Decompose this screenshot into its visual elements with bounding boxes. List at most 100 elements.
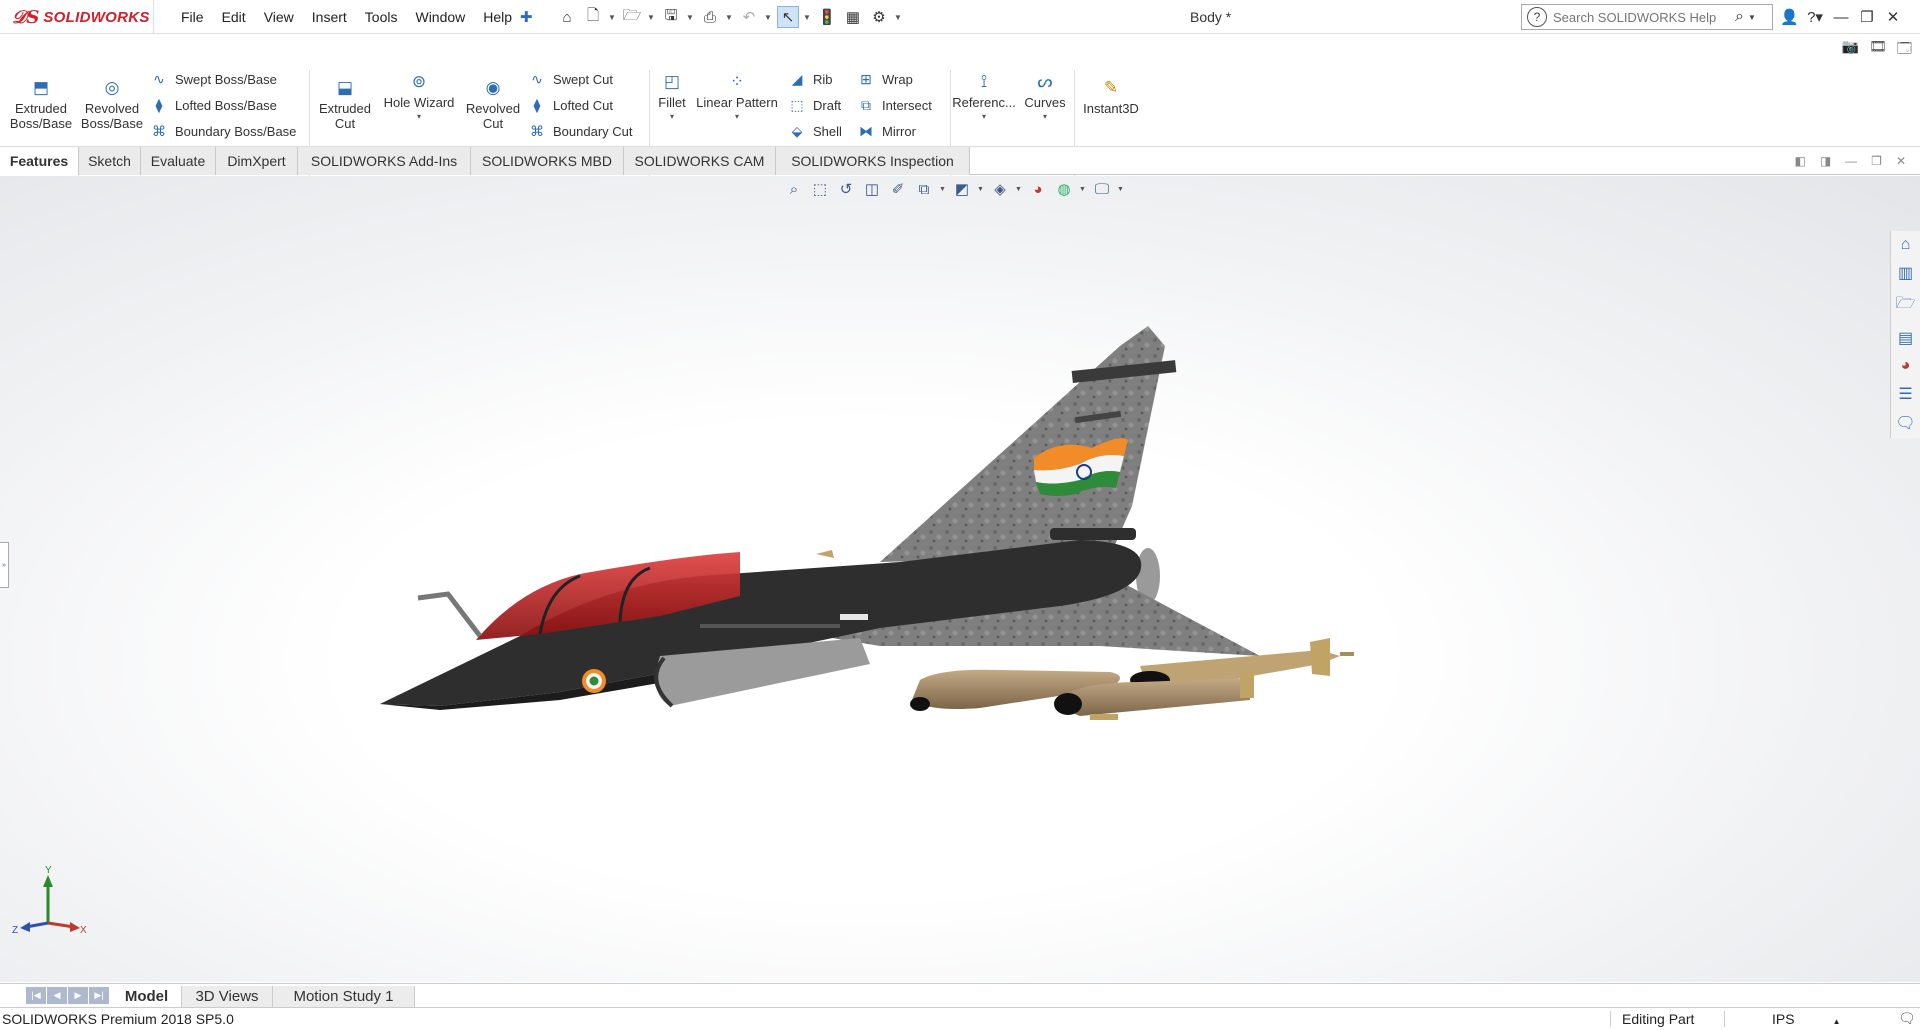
custom-properties-icon[interactable]: ☰ — [1898, 384, 1912, 404]
file-explorer-icon[interactable]: 🗁 — [1896, 292, 1916, 319]
curves-button[interactable]: ᔕ Curves ▾ — [1018, 72, 1072, 121]
prev-tab-icon[interactable]: ◀ — [47, 987, 67, 1004]
draft-button[interactable]: ⬚ Draft — [788, 97, 841, 114]
new-document-icon[interactable]: 🗋 — [582, 6, 604, 28]
mirror-button[interactable]: ⧓ Mirror — [857, 123, 916, 140]
chevron-down-icon[interactable]: ▼ — [686, 13, 695, 22]
tab-mbd[interactable]: SOLIDWORKS MBD — [471, 147, 624, 175]
tile-left-icon[interactable]: ◧ — [1794, 154, 1805, 168]
tab-sketch[interactable]: Sketch — [79, 147, 141, 175]
fillet-button[interactable]: ◰ Fillet ▾ — [652, 72, 692, 121]
chevron-down-icon[interactable]: ▼ — [608, 13, 617, 22]
feedback-icon[interactable]: 🗨 — [1898, 1010, 1916, 1027]
camera-icon[interactable]: 📷 — [1842, 38, 1859, 62]
options-gear-icon[interactable]: ⚙ — [868, 6, 890, 28]
pin-icon[interactable]: ✚ — [520, 8, 533, 26]
instant3d-button[interactable]: ✎ Instant3D — [1076, 78, 1146, 116]
appearances-icon[interactable]: ◕ — [1901, 357, 1911, 375]
tab-dimxpert[interactable]: DimXpert — [216, 147, 298, 175]
chevron-down-icon[interactable]: ▾ — [378, 112, 460, 121]
chevron-down-icon[interactable]: ▾ — [952, 112, 1016, 121]
restore-icon[interactable]: ❐ — [1871, 154, 1882, 168]
lofted-boss-button[interactable]: ⧫ Lofted Boss/Base — [150, 97, 277, 114]
chevron-down-icon[interactable]: ▼ — [1748, 13, 1756, 22]
window-icon[interactable]: 🗔 — [1897, 38, 1912, 62]
chevron-down-icon[interactable]: ▼ — [647, 13, 656, 22]
tab-model[interactable]: Model — [112, 986, 182, 1008]
tab-scroll-arrows: |◀ ◀ ▶ ▶| — [26, 987, 109, 1004]
tile-right-icon[interactable]: ◨ — [1820, 154, 1831, 168]
tab-cam[interactable]: SOLIDWORKS CAM — [624, 147, 776, 175]
wrap-button[interactable]: ⊞ Wrap — [857, 71, 913, 88]
search-input[interactable] — [1553, 9, 1733, 25]
boundary-boss-button[interactable]: ⌘ Boundary Boss/Base — [150, 123, 296, 140]
last-tab-icon[interactable]: ▶| — [89, 987, 109, 1004]
viewport-window-controls: ◧ ◨ — ❐ ✕ — [1794, 154, 1906, 168]
menu-insert[interactable]: Insert — [303, 0, 356, 34]
minimize-icon[interactable]: — — [1832, 9, 1850, 26]
first-tab-icon[interactable]: |◀ — [26, 987, 46, 1004]
chevron-down-icon[interactable]: ▾ — [692, 112, 782, 121]
chevron-down-icon[interactable]: ▼ — [803, 13, 812, 22]
chevron-down-icon[interactable]: ▼ — [894, 13, 903, 22]
unit-system[interactable]: IPS ▲ — [1724, 1011, 1854, 1027]
save-icon[interactable]: 🖫 — [660, 6, 682, 28]
linear-pattern-button[interactable]: ⁘ Linear Pattern ▾ — [692, 72, 782, 121]
rebuild-icon[interactable]: 🚦 — [816, 6, 838, 28]
revolved-boss-button[interactable]: ◎ Revolved Boss/Base — [78, 78, 146, 131]
intersect-button[interactable]: ⧉ Intersect — [857, 97, 932, 114]
hole-wizard-button[interactable]: ⊚ Hole Wizard ▾ — [378, 72, 460, 121]
jet-3d-model[interactable] — [0, 176, 1880, 982]
revolved-cut-label-2: Cut — [482, 116, 504, 131]
tab-motion-study[interactable]: Motion Study 1 — [273, 986, 415, 1008]
close-icon[interactable]: ✕ — [1884, 8, 1902, 26]
revolved-boss-label-1: Revolved — [84, 101, 140, 116]
user-icon[interactable]: 👤 — [1780, 8, 1799, 26]
close-icon[interactable]: ✕ — [1896, 154, 1906, 168]
forum-icon[interactable]: 🗨 — [1895, 413, 1915, 433]
chevron-down-icon[interactable]: ▼ — [725, 13, 734, 22]
menu-tools[interactable]: Tools — [356, 0, 407, 34]
search-icon[interactable]: ⌕ — [1735, 8, 1744, 26]
revolved-cut-button[interactable]: ◉ Revolved Cut — [460, 78, 526, 131]
menu-window[interactable]: Window — [406, 0, 474, 34]
lofted-cut-button[interactable]: ⧫ Lofted Cut — [528, 97, 613, 114]
ds-logo-icon: 𝒟S — [12, 6, 40, 28]
swept-boss-button[interactable]: ∿ Swept Boss/Base — [150, 71, 277, 88]
graphics-area[interactable]: ⌕ ⬚ ↺ ◫ ✐ ⧉ ▼ ◩ ▼ ◈ ▼ ◕ ◍ ▼ 🖵 ▼ » Y X Z … — [0, 176, 1920, 982]
restore-icon[interactable]: ❐ — [1858, 8, 1876, 26]
help-icon[interactable]: ?▾ — [1806, 8, 1824, 26]
undo-icon[interactable]: ↶ — [738, 6, 760, 28]
render-icon[interactable]: 🎞 — [1869, 38, 1887, 62]
file-properties-icon[interactable]: ▦ — [842, 6, 864, 28]
home-icon[interactable]: ⌂ — [556, 6, 578, 28]
swept-cut-button[interactable]: ∿ Swept Cut — [528, 71, 613, 88]
chevron-down-icon[interactable]: ▼ — [764, 13, 773, 22]
menu-file[interactable]: File — [172, 0, 213, 34]
tab-3d-views[interactable]: 3D Views — [182, 986, 273, 1008]
rib-button[interactable]: ◢ Rib — [788, 71, 833, 88]
tab-addins[interactable]: SOLIDWORKS Add-Ins — [298, 147, 471, 175]
tab-inspection[interactable]: SOLIDWORKS Inspection — [776, 147, 970, 175]
select-cursor-icon[interactable]: ↖ — [777, 6, 799, 28]
next-tab-icon[interactable]: ▶ — [68, 987, 88, 1004]
minimize-icon[interactable]: — — [1845, 154, 1857, 168]
print-icon[interactable]: ⎙ — [699, 6, 721, 28]
home-icon[interactable]: ⌂ — [1901, 236, 1911, 254]
chevron-down-icon[interactable]: ▾ — [1018, 112, 1072, 121]
view-palette-icon[interactable]: ▤ — [1898, 328, 1913, 348]
extruded-cut-button[interactable]: ⬓ Extruded Cut — [312, 78, 378, 131]
solidworks-logo[interactable]: 𝒟S SOLIDWORKS — [0, 0, 154, 34]
menu-help[interactable]: Help — [474, 0, 521, 34]
boundary-cut-button[interactable]: ⌘ Boundary Cut — [528, 123, 633, 140]
menu-edit[interactable]: Edit — [213, 0, 255, 34]
reference-geometry-button[interactable]: ⟟ Referenc... ▾ — [952, 72, 1016, 121]
shell-button[interactable]: ⬙ Shell — [788, 123, 842, 140]
design-library-icon[interactable]: ▥ — [1898, 263, 1913, 283]
extruded-boss-button[interactable]: ⬒ Extruded Boss/Base — [8, 78, 74, 131]
chevron-down-icon[interactable]: ▾ — [652, 112, 692, 121]
tab-features[interactable]: Features — [0, 147, 79, 175]
open-folder-icon[interactable]: 🗁 — [621, 6, 643, 28]
menu-view[interactable]: View — [255, 0, 303, 34]
tab-evaluate[interactable]: Evaluate — [141, 147, 216, 175]
